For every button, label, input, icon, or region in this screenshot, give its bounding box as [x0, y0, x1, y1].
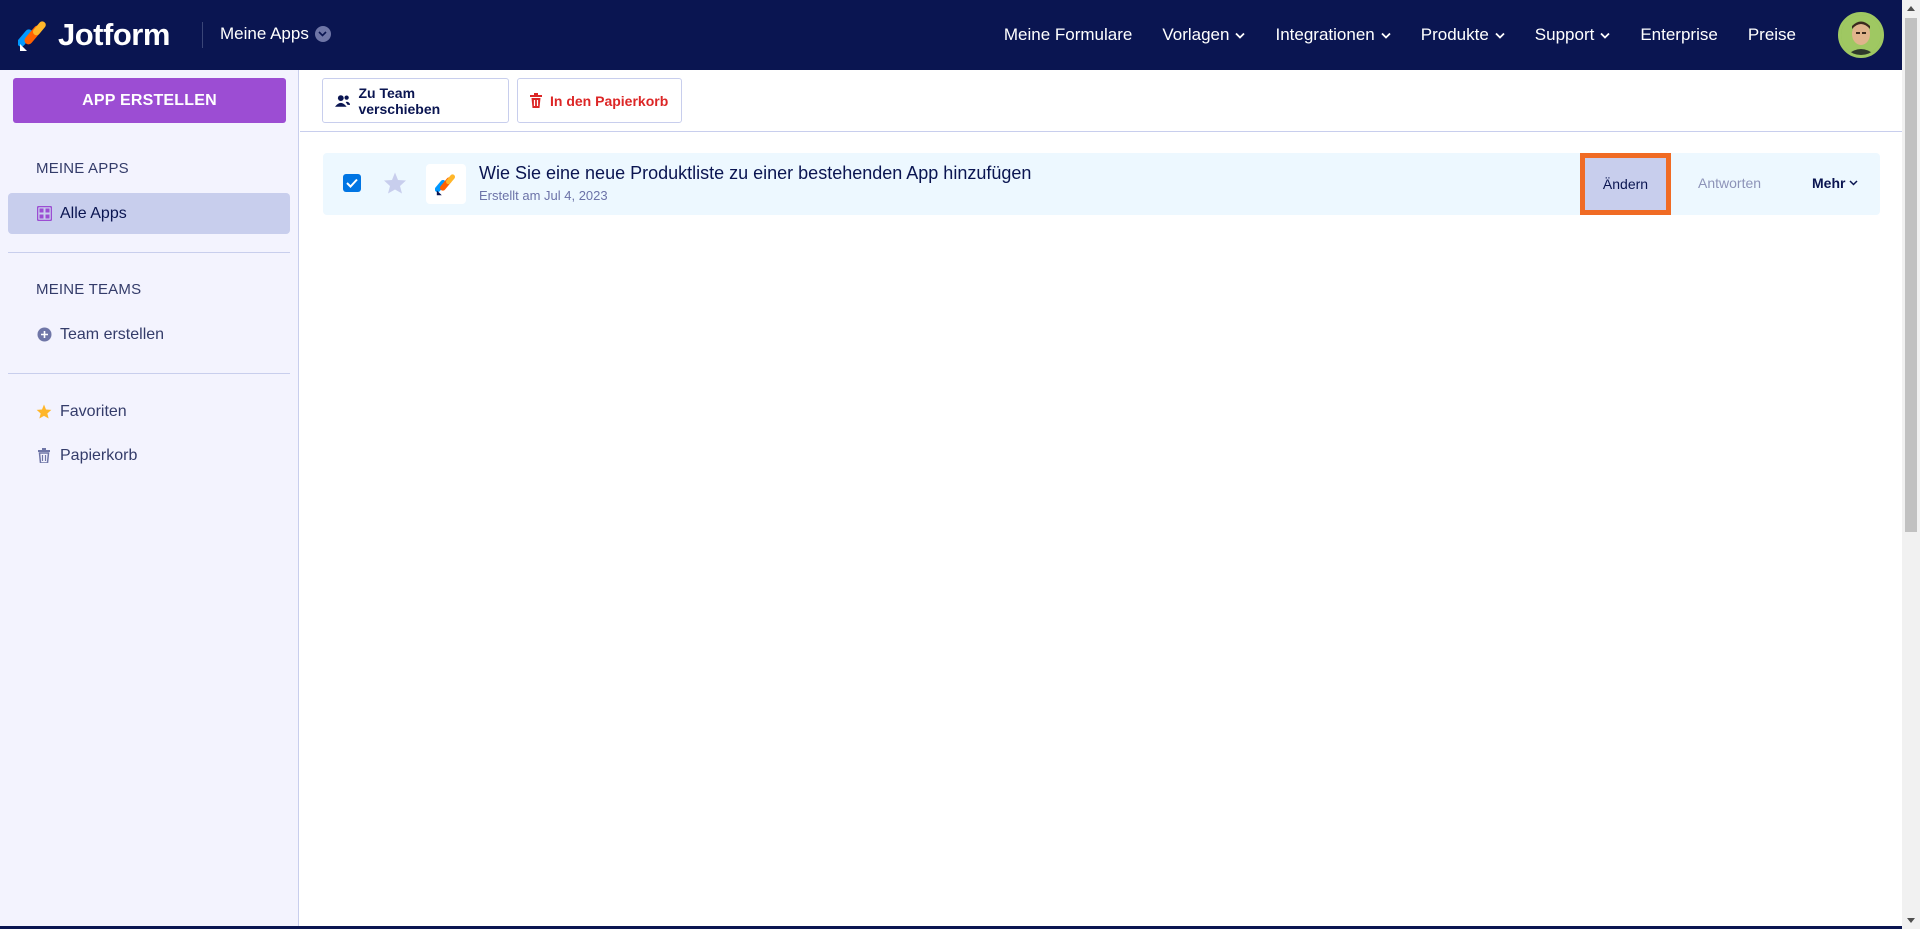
sidebar-divider — [8, 252, 290, 253]
more-label: Mehr — [1812, 175, 1846, 191]
apps-switcher-label: Meine Apps — [220, 24, 309, 43]
nav-item-label: Integrationen — [1275, 25, 1375, 44]
nav-item-label: Preise — [1747, 25, 1796, 44]
scrollbar-thumb[interactable] — [1905, 18, 1917, 532]
create-app-button[interactable]: APP ERSTELLEN — [13, 78, 286, 123]
scroll-up-arrow-icon[interactable] — [1902, 0, 1920, 17]
nav-item-label: Meine Formulare — [1003, 25, 1133, 44]
sidebar-item-label: Papierkorb — [60, 446, 138, 464]
my-teams-heading: MEINE TEAMS — [36, 281, 142, 298]
chevron-down-icon — [1495, 32, 1505, 39]
chevron-down-icon — [314, 26, 331, 42]
app-created-date: Erstellt am Jul 4, 2023 — [479, 188, 608, 203]
edit-app-button[interactable]: Ändern — [1580, 153, 1671, 215]
nav-item-preise[interactable]: Preise — [1748, 25, 1796, 45]
chevron-down-icon — [1381, 32, 1391, 39]
header-divider — [202, 22, 203, 48]
nav-item-label: Vorlagen — [1162, 25, 1230, 44]
trash-icon — [36, 448, 52, 464]
jotform-logo-icon — [18, 21, 46, 51]
my-apps-heading: MEINE APPS — [36, 160, 129, 177]
checkmark-icon — [346, 178, 358, 188]
sidebar-divider — [8, 373, 290, 374]
sidebar-item-favorites[interactable]: Favoriten — [8, 391, 290, 432]
jotform-logo[interactable]: Jotform — [18, 14, 170, 56]
more-dropdown-button[interactable]: Mehr — [1812, 175, 1858, 191]
app-list-item[interactable]: Wie Sie eine neue Produktliste zu einer … — [323, 153, 1880, 215]
page-scrollbar[interactable] — [1902, 0, 1920, 929]
main-nav: Meine Formulare Vorlagen Integrationen Prod… — [974, 0, 1796, 70]
nav-item-produkte[interactable]: Produkte — [1421, 25, 1505, 45]
chevron-down-icon — [1600, 32, 1610, 39]
sidebar-item-all-apps[interactable]: Alle Apps — [8, 193, 290, 234]
sidebar-item-create-team[interactable]: Team erstellen — [8, 314, 290, 355]
user-avatar[interactable] — [1838, 12, 1884, 58]
plus-circle-icon — [36, 327, 52, 343]
move-to-trash-button[interactable]: In den Papierkorb — [517, 78, 682, 123]
scroll-down-arrow-icon[interactable] — [1902, 912, 1920, 929]
sidebar: APP ERSTELLEN MEINE APPS Alle Apps MEINE… — [0, 70, 299, 929]
app-icon — [426, 164, 466, 204]
grid-icon — [36, 206, 52, 222]
nav-item-vorlagen[interactable]: Vorlagen — [1162, 25, 1246, 45]
nav-item-label: Produkte — [1420, 25, 1489, 44]
nav-item-label: Enterprise — [1640, 25, 1718, 44]
chevron-down-icon — [1235, 32, 1246, 39]
sidebar-item-trash[interactable]: Papierkorb — [8, 435, 290, 476]
brand-name: Jotform — [58, 17, 170, 52]
move-to-trash-label: In den Papierkorb — [550, 92, 669, 109]
action-toolbar: Zu Team verschieben In den Papierkorb — [300, 70, 1902, 132]
nav-item-support[interactable]: Support — [1535, 25, 1611, 45]
select-checkbox[interactable] — [343, 174, 361, 192]
top-navigation-bar: Jotform Meine Apps Meine Formulare Vorlag… — [0, 0, 1902, 70]
move-to-team-button[interactable]: Zu Team verschieben — [322, 78, 509, 123]
nav-item-label: Support — [1534, 25, 1595, 44]
favorite-star-icon[interactable] — [383, 171, 407, 195]
move-to-team-label: Zu Team verschieben — [358, 84, 441, 117]
nav-item-meine-formulare[interactable]: Meine Formulare — [1004, 25, 1133, 45]
sidebar-item-label: Team erstellen — [60, 325, 165, 343]
sidebar-item-label: Alle Apps — [60, 204, 127, 222]
app-title[interactable]: Wie Sie eine neue Produktliste zu einer … — [479, 163, 1031, 184]
jotform-app-icon — [435, 174, 456, 196]
trash-icon — [530, 93, 542, 108]
sidebar-item-label: Favoriten — [60, 402, 127, 420]
avatar-image — [1841, 15, 1881, 55]
users-icon — [335, 94, 351, 107]
answers-button[interactable]: Antworten — [1698, 175, 1761, 191]
apps-switcher[interactable]: Meine Apps — [220, 24, 331, 44]
star-icon — [36, 404, 52, 420]
nav-item-integrationen[interactable]: Integrationen — [1275, 25, 1391, 45]
chevron-down-icon — [1849, 180, 1858, 186]
nav-item-enterprise[interactable]: Enterprise — [1640, 25, 1717, 45]
